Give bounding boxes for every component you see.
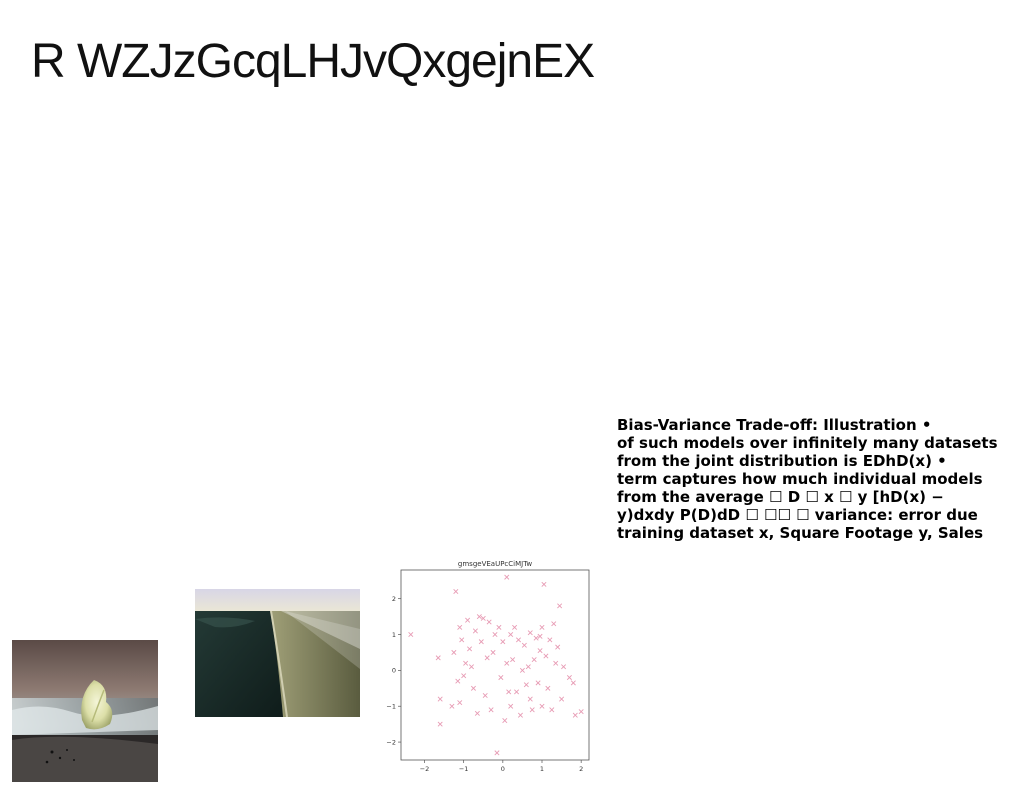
data-point xyxy=(570,680,576,686)
data-point xyxy=(496,624,502,630)
data-point xyxy=(461,673,467,679)
y-tick-label: 0 xyxy=(392,667,396,675)
data-point xyxy=(449,703,455,709)
data-point xyxy=(468,664,475,670)
data-point xyxy=(508,632,514,638)
data-point xyxy=(455,678,461,684)
data-point xyxy=(529,707,535,713)
data-point xyxy=(543,653,549,659)
data-point xyxy=(486,619,492,625)
text-line: from the joint distribution is EDhD(x) • xyxy=(617,452,947,470)
data-point xyxy=(539,624,545,630)
data-point xyxy=(557,603,563,609)
data-point xyxy=(545,685,551,691)
data-point xyxy=(494,750,500,756)
data-point xyxy=(435,655,441,661)
forest-coast-photo-graphic xyxy=(195,589,360,717)
data-point xyxy=(515,637,522,643)
data-point xyxy=(508,703,514,709)
text-line: training dataset x, Square Footage y, Sa… xyxy=(617,524,984,542)
data-point xyxy=(484,655,490,661)
data-point xyxy=(457,700,463,706)
data-point xyxy=(451,649,457,655)
data-point xyxy=(519,667,525,673)
data-point xyxy=(547,637,553,643)
data-point xyxy=(504,660,510,666)
data-point xyxy=(527,630,533,636)
data-point xyxy=(408,632,414,638)
chart-title: gmsgeVEaUPcCiMJTw xyxy=(458,560,532,568)
text-line: term captures how much individual models xyxy=(617,470,983,488)
data-point xyxy=(537,648,543,654)
data-point xyxy=(470,685,476,691)
x-tick-label: −2 xyxy=(420,765,430,773)
data-point xyxy=(472,628,478,634)
data-point xyxy=(465,617,471,623)
x-tick-label: −1 xyxy=(459,765,469,773)
y-tick-label: −2 xyxy=(386,738,396,746)
data-point xyxy=(559,696,565,702)
data-point xyxy=(437,696,443,702)
data-point xyxy=(551,621,557,627)
data-point xyxy=(463,660,469,666)
x-tick-label: 0 xyxy=(501,765,505,773)
data-point xyxy=(453,588,459,595)
data-point xyxy=(514,689,520,695)
data-point xyxy=(541,581,547,587)
data-point xyxy=(572,712,578,718)
data-point xyxy=(502,718,508,724)
data-point xyxy=(521,642,527,648)
data-point xyxy=(504,574,510,580)
scatter-chart: gmsgeVEaUPcCiMJTw −2 −1 0 1 2 −2 −1 0 1 2 xyxy=(380,556,596,778)
data-point xyxy=(482,692,488,698)
page-title: R WZJzGcqLHJvQxgejnEX xyxy=(31,35,595,88)
data-point xyxy=(525,664,531,670)
data-point xyxy=(566,675,572,681)
data-point xyxy=(549,707,555,713)
data-point xyxy=(474,710,480,716)
data-point xyxy=(437,721,443,727)
flower-photo-graphic xyxy=(12,640,158,782)
data-point xyxy=(498,675,504,681)
data-point xyxy=(561,664,567,670)
data-point xyxy=(500,639,506,645)
data-point xyxy=(553,660,559,666)
scatter-chart-svg: gmsgeVEaUPcCiMJTw −2 −1 0 1 2 −2 −1 0 1 2 xyxy=(386,560,590,773)
data-point xyxy=(459,637,465,643)
data-point xyxy=(517,712,523,718)
data-point xyxy=(506,689,512,695)
data-point xyxy=(512,624,518,630)
text-line: of such models over infinitely many data… xyxy=(617,434,998,452)
y-tick-label: 2 xyxy=(392,595,396,603)
body-text: Bias-Variance Trade-off: Illustration • … xyxy=(617,416,1022,542)
data-point xyxy=(527,696,533,702)
data-point xyxy=(492,632,498,638)
data-point xyxy=(478,639,484,645)
data-point xyxy=(488,707,494,713)
data-point xyxy=(555,644,561,650)
data-point xyxy=(490,649,496,655)
x-tick-label: 1 xyxy=(540,765,544,773)
y-tick-label: 1 xyxy=(392,631,396,639)
data-point xyxy=(523,682,529,688)
data-point xyxy=(539,703,545,709)
plot-frame xyxy=(400,569,590,761)
data-point xyxy=(578,709,584,715)
flower-photo xyxy=(12,640,158,782)
data-point xyxy=(510,657,516,663)
data-point xyxy=(457,624,463,630)
x-tick-label: 2 xyxy=(579,765,583,773)
text-line: y)dxdy P(D)dD ☐ ☐☐ ☐ variance: error due xyxy=(617,506,978,524)
text-line: from the average ☐ D ☐ x ☐ y [hD(x) − xyxy=(617,488,944,506)
forest-coast-photo xyxy=(195,589,360,717)
data-point xyxy=(531,657,537,663)
text-line: Bias-Variance Trade-off: Illustration • xyxy=(617,416,932,434)
data-point xyxy=(467,646,473,652)
data-point xyxy=(535,680,541,686)
y-tick-label: −1 xyxy=(386,703,396,711)
